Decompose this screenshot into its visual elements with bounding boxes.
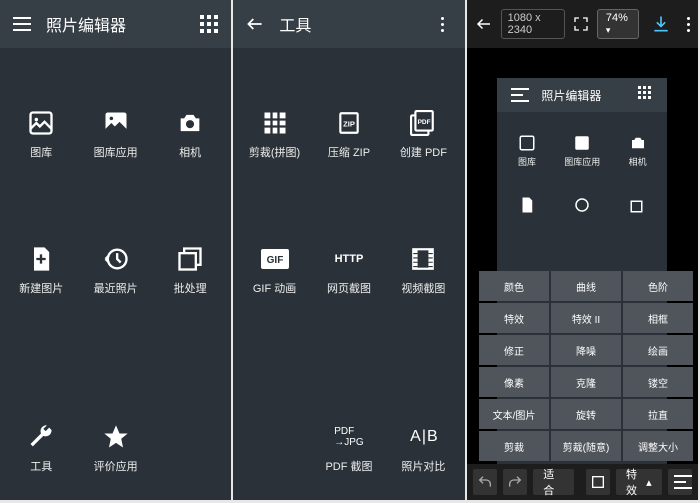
topbar: 照片编辑器 <box>0 0 231 48</box>
tool-text-image[interactable]: 文本/图片 <box>479 399 549 429</box>
zoom-dropdown[interactable]: 74% <box>597 9 639 39</box>
tool-pdf-jpg[interactable]: PDF→JPG PDF 截图 <box>312 422 386 474</box>
topbar: 工具 <box>233 0 464 48</box>
image-icon <box>26 108 56 138</box>
effects-button[interactable]: 特效 ▴ <box>616 469 662 495</box>
http-icon: HTTP <box>334 244 364 274</box>
film-icon <box>408 244 438 274</box>
stack-icon <box>175 244 205 274</box>
menu-icon <box>505 83 529 107</box>
dimensions-badge: 1080 x 2340 <box>501 9 565 39</box>
home-gallery[interactable]: 图库 <box>4 66 78 202</box>
app-grid-icon <box>635 83 659 107</box>
editor-bottombar: 适合 特效 ▴ <box>467 464 698 500</box>
redo-icon[interactable] <box>503 469 527 495</box>
back-icon[interactable] <box>243 12 267 36</box>
tool-fx[interactable]: 特效 <box>479 303 549 333</box>
home-recent[interactable]: 最近照片 <box>78 202 152 338</box>
tool-frame[interactable]: 相框 <box>623 303 693 333</box>
tool-web-capture[interactable]: HTTP 网页截图 <box>312 202 386 338</box>
layers-icon[interactable] <box>586 469 610 495</box>
home-rate[interactable]: 评价应用 <box>78 422 152 474</box>
overflow-icon[interactable] <box>687 17 690 32</box>
home-new-image[interactable]: 新建图片 <box>4 202 78 338</box>
tool-straighten[interactable]: 拉直 <box>623 399 693 429</box>
home-grid: 图库 图库应用 相机 新建图片 最近照片 批处理 <box>0 48 231 500</box>
star-icon <box>101 422 131 452</box>
canvas-stage: 照片编辑器 图库 图库应用 相机 颜色曲线色阶 特效特效 II相框 修正降 <box>467 48 698 500</box>
panel-tools: 工具 剪裁(拼图) ZIP 压缩 ZIP PDF 创建 PDF GIF GIF … <box>233 0 464 500</box>
back-icon[interactable] <box>475 15 493 33</box>
svg-text:ZIP: ZIP <box>343 119 355 128</box>
tool-gif[interactable]: GIF GIF 动画 <box>237 202 311 338</box>
editor-tool-grid: 颜色曲线色阶 特效特效 II相框 修正降噪绘画 像素克隆镂空 文本/图片旋转拉直… <box>478 270 694 462</box>
screen-title: 工具 <box>279 12 430 36</box>
grid-icon <box>260 108 290 138</box>
gif-icon: GIF <box>260 244 290 274</box>
tools-grid: 剪裁(拼图) ZIP 压缩 ZIP PDF 创建 PDF GIF GIF 动画 … <box>233 48 464 500</box>
zip-icon: ZIP <box>334 108 364 138</box>
wrench-icon <box>26 422 56 452</box>
tool-resize[interactable]: 调整大小 <box>623 431 693 461</box>
tool-fx2[interactable]: 特效 II <box>551 303 621 333</box>
tool-draw[interactable]: 绘画 <box>623 335 693 365</box>
tool-collage[interactable]: 剪裁(拼图) <box>237 66 311 202</box>
editor-topbar: 1080 x 2340 74% <box>467 0 698 48</box>
panel-editor: 1080 x 2340 74% 照片编辑器 图库 图库应用 相机 <box>467 0 698 500</box>
tool-cutout[interactable]: 镂空 <box>623 367 693 397</box>
tool-crop-free[interactable]: 剪裁(随意) <box>551 431 621 461</box>
fit-button[interactable]: 适合 <box>533 469 574 495</box>
pdf-icon: PDF <box>408 108 438 138</box>
svg-text:GIF: GIF <box>266 255 283 266</box>
tool-pdf-create[interactable]: PDF 创建 PDF <box>386 66 460 202</box>
tool-denoise[interactable]: 降噪 <box>551 335 621 365</box>
camera-icon <box>175 108 205 138</box>
compare-icon: A|B <box>408 422 438 452</box>
undo-icon[interactable] <box>473 469 497 495</box>
tool-color[interactable]: 颜色 <box>479 271 549 301</box>
home-camera[interactable]: 相机 <box>153 66 227 202</box>
panel-home: 照片编辑器 图库 图库应用 相机 新建图片 <box>0 0 231 500</box>
history-icon <box>101 244 131 274</box>
download-icon[interactable] <box>651 14 671 34</box>
menu-icon[interactable] <box>668 469 692 495</box>
home-gallery-apps[interactable]: 图库应用 <box>78 66 152 202</box>
tool-crop[interactable]: 剪裁 <box>479 431 549 461</box>
home-batch[interactable]: 批处理 <box>153 202 227 338</box>
app-title: 照片编辑器 <box>46 12 197 36</box>
tool-compare[interactable]: A|B 照片对比 <box>386 422 460 474</box>
fullscreen-icon[interactable] <box>573 16 589 32</box>
tool-zip[interactable]: ZIP 压缩 ZIP <box>312 66 386 202</box>
file-plus-icon <box>26 244 56 274</box>
menu-icon[interactable] <box>10 12 34 36</box>
tool-clone[interactable]: 克隆 <box>551 367 621 397</box>
pdf-to-jpg-icon: PDF→JPG <box>334 422 364 452</box>
home-tools[interactable]: 工具 <box>4 422 78 474</box>
app-grid-icon[interactable] <box>197 12 221 36</box>
svg-text:PDF: PDF <box>418 119 431 126</box>
tool-curves[interactable]: 曲线 <box>551 271 621 301</box>
tool-rotate[interactable]: 旋转 <box>551 399 621 429</box>
tool-video-capture[interactable]: 视频截图 <box>386 202 460 338</box>
tool-levels[interactable]: 色阶 <box>623 271 693 301</box>
image-filled-icon <box>101 108 131 138</box>
tool-correct[interactable]: 修正 <box>479 335 549 365</box>
overflow-icon[interactable] <box>431 12 455 36</box>
tool-pixel[interactable]: 像素 <box>479 367 549 397</box>
